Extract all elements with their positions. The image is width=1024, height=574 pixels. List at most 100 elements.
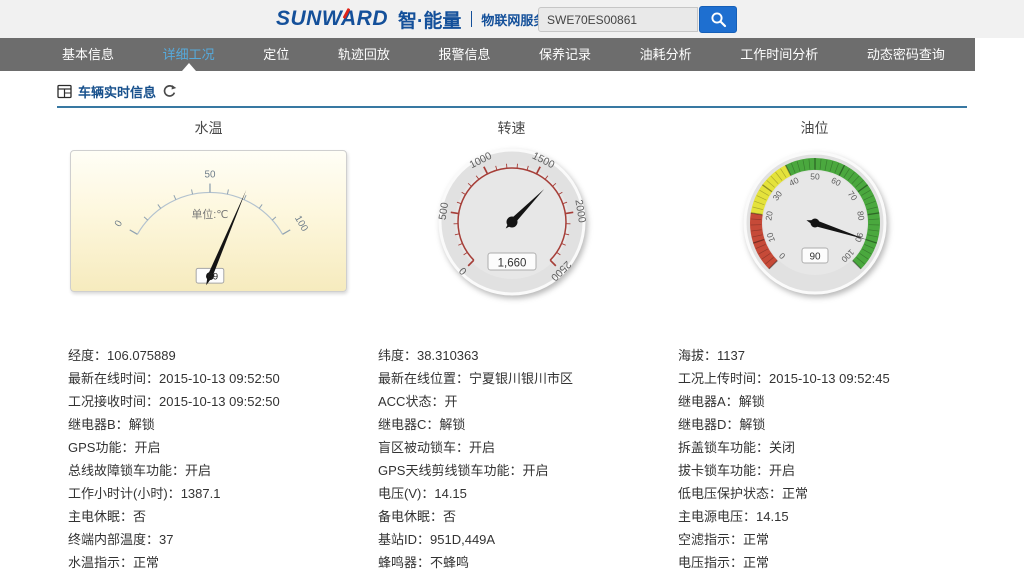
section-title: 车辆实时信息 — [78, 82, 156, 101]
info-value: 正常 — [743, 555, 769, 570]
info-value: 不蜂鸣 — [430, 555, 469, 570]
info-row: 盲区被动锁车：开启 — [378, 436, 667, 459]
info-row: 基站ID：951D,449A — [378, 528, 667, 551]
info-value: 38.310363 — [417, 348, 478, 363]
info-separator: ： — [426, 417, 439, 432]
info-label: 低电压保护状态 — [678, 486, 769, 501]
rpm-dial: 050010001500200025001,660 — [427, 142, 597, 312]
info-label: 主电休眠 — [68, 509, 120, 524]
nav-tab-5[interactable]: 保养记录 — [539, 38, 591, 71]
sunward-wordmark: SUNWARD — [276, 7, 388, 31]
info-value: 解锁 — [739, 394, 765, 409]
info-value: 1137 — [717, 348, 745, 363]
search-icon — [710, 11, 727, 28]
nav-tab-0[interactable]: 基本信息 — [62, 38, 114, 71]
info-separator: ： — [730, 555, 743, 570]
info-value: 14.15 — [434, 486, 467, 501]
info-label: 纬度 — [378, 348, 404, 363]
info-row: 经度：106.075889 — [68, 344, 367, 367]
info-label: 继电器B — [68, 417, 116, 432]
info-separator: ： — [769, 486, 782, 501]
info-separator: ： — [116, 417, 129, 432]
nav-tab-7[interactable]: 工作时间分析 — [740, 38, 818, 71]
info-label: 空滤指示 — [678, 532, 730, 547]
info-value: 2015-10-13 09:52:45 — [769, 371, 890, 386]
info-separator: ： — [756, 463, 769, 478]
info-label: 工作小时计(小时) — [68, 486, 168, 501]
info-separator: ： — [172, 463, 185, 478]
info-value: 37 — [159, 532, 173, 547]
info-column-2: 纬度：38.310363最新在线位置：宁夏银川银川市区ACC状态：开继电器C：解… — [367, 344, 667, 574]
realtime-info-grid: 经度：106.075889最新在线时间：2015-10-13 09:52:50工… — [57, 344, 1024, 574]
info-value: 宁夏银川银川市区 — [469, 371, 573, 386]
info-label: 经度 — [68, 348, 94, 363]
rpm-title: 转速 — [498, 118, 526, 136]
info-row: 空滤指示：正常 — [678, 528, 967, 551]
svg-text:20: 20 — [763, 210, 774, 221]
section-header: 车辆实时信息 — [57, 71, 967, 108]
info-label: 海拔 — [678, 348, 704, 363]
rpm-gauge-cell: 转速 050010001500200025001,660 — [360, 108, 663, 312]
info-row: 蜂鸣器：不蜂鸣 — [378, 551, 667, 574]
search-button[interactable] — [699, 6, 737, 33]
sunward-text: SUNWARD — [276, 7, 388, 30]
search-input[interactable] — [538, 7, 698, 32]
water-temp-title: 水温 — [195, 118, 223, 136]
nav-tab-2[interactable]: 定位 — [263, 38, 289, 71]
info-separator: ： — [726, 394, 739, 409]
water-temp-gauge-cell: 水温 050100单位:℃69 — [57, 108, 360, 312]
info-value: 解锁 — [739, 417, 765, 432]
info-row: 备电休眠：否 — [378, 505, 667, 528]
svg-text:50: 50 — [810, 172, 820, 182]
info-separator: ： — [431, 394, 444, 409]
refresh-icon[interactable] — [162, 84, 177, 99]
svg-text:单位:℃: 单位:℃ — [192, 207, 229, 221]
info-value: 开启 — [522, 463, 548, 478]
info-separator: ： — [168, 486, 181, 501]
svg-text:1,660: 1,660 — [497, 258, 526, 270]
info-row: 电压指示：正常 — [678, 551, 967, 574]
info-row: 最新在线位置：宁夏银川银川市区 — [378, 367, 667, 390]
info-row: 纬度：38.310363 — [378, 344, 667, 367]
nav-tab-1[interactable]: 详细工况 — [163, 38, 215, 71]
info-separator: ： — [146, 394, 159, 409]
info-row: 最新在线时间：2015-10-13 09:52:50 — [68, 367, 367, 390]
info-label: 继电器D — [678, 417, 726, 432]
info-row: ACC状态：开 — [378, 390, 667, 413]
info-separator: ： — [121, 440, 134, 455]
info-row: 继电器B：解锁 — [68, 413, 367, 436]
gauge-row: 水温 050100单位:℃69 转速 050010001500200025001… — [57, 108, 967, 312]
info-row: 电压(V)：14.15 — [378, 482, 667, 505]
info-value: 否 — [133, 509, 146, 524]
info-label: 水温指示 — [68, 555, 120, 570]
info-label: 拔卡锁车功能 — [678, 463, 756, 478]
info-value: 1387.1 — [181, 486, 221, 501]
info-separator: ： — [756, 440, 769, 455]
info-value: 正常 — [743, 532, 769, 547]
info-row: 工况接收时间：2015-10-13 09:52:50 — [68, 390, 367, 413]
info-row: 水温指示：正常 — [68, 551, 367, 574]
info-separator: ： — [120, 555, 133, 570]
nav-tab-6[interactable]: 油耗分析 — [640, 38, 692, 71]
info-value: 解锁 — [439, 417, 465, 432]
info-label: 基站ID — [378, 532, 417, 547]
info-row: 拔卡锁车功能：开启 — [678, 459, 967, 482]
svg-text:0: 0 — [113, 218, 126, 229]
ledger-icon — [57, 84, 72, 99]
info-value: 开启 — [185, 463, 211, 478]
info-value: 开 — [444, 394, 457, 409]
nav-tab-8[interactable]: 动态密码查询 — [867, 38, 945, 71]
nav-tab-4[interactable]: 报警信息 — [438, 38, 490, 71]
info-label: 终端内部温度 — [68, 532, 146, 547]
top-header: SUNWARD 智·能量 物联网服务平台 — [0, 0, 1024, 38]
nav-tab-3[interactable]: 轨迹回放 — [338, 38, 390, 71]
info-value: 开启 — [769, 463, 795, 478]
info-label: 工况接收时间 — [68, 394, 146, 409]
info-value: 951D,449A — [430, 532, 495, 547]
info-value: 开启 — [469, 440, 495, 455]
info-separator: ： — [120, 509, 133, 524]
info-label: 继电器A — [678, 394, 726, 409]
svg-text:50: 50 — [205, 170, 216, 181]
info-value: 关闭 — [769, 440, 795, 455]
info-separator: ： — [509, 463, 522, 478]
